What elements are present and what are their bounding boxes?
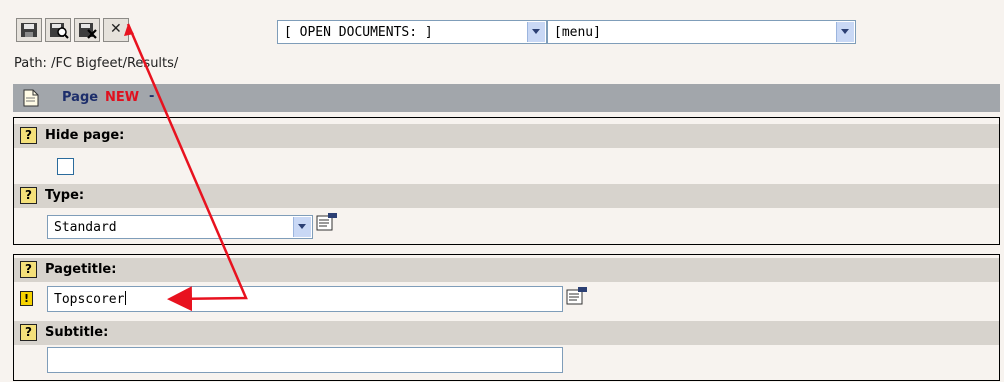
- save-button[interactable]: [16, 18, 42, 42]
- pagetitle-value: Topscorer: [54, 291, 127, 307]
- help-icon[interactable]: ?: [20, 187, 37, 204]
- new-badge: NEW: [105, 90, 140, 105]
- pagetitle-row: ? Pagetitle:: [14, 258, 999, 282]
- pagetitle-input[interactable]: Topscorer: [47, 286, 563, 312]
- help-icon[interactable]: ?: [20, 127, 37, 144]
- menu-select-value: [menu]: [554, 25, 601, 40]
- save-and-close-icon: [79, 23, 97, 39]
- page-header-bar: Page NEW -: [13, 84, 1000, 112]
- subtitle-row: ? Subtitle:: [14, 321, 999, 345]
- pagetitle-label: Pagetitle:: [45, 262, 117, 277]
- header-separator: -: [149, 89, 155, 104]
- open-documents-select[interactable]: [ OPEN DOCUMENTS: ]: [277, 20, 547, 44]
- edit-record-icon[interactable]: [566, 286, 588, 306]
- save-icon: [21, 23, 37, 37]
- edit-record-icon[interactable]: [316, 212, 338, 232]
- type-row: ? Type:: [14, 184, 999, 208]
- subtitle-label: Subtitle:: [45, 325, 109, 340]
- save-and-close-button[interactable]: [74, 18, 100, 42]
- chevron-down-icon: [527, 22, 545, 42]
- page-settings-section: ? Hide page: ? Type: Standard: [13, 117, 1000, 245]
- type-select-value: Standard: [54, 220, 117, 235]
- page-label: Page: [62, 90, 99, 105]
- close-button[interactable]: ✕: [103, 18, 129, 42]
- menu-select[interactable]: [menu]: [547, 20, 856, 44]
- help-icon[interactable]: ?: [20, 261, 37, 278]
- save-and-preview-icon: [50, 23, 69, 39]
- type-label: Type:: [45, 188, 85, 203]
- breadcrumb: Path: /FC Bigfeet/Results/: [14, 56, 179, 71]
- title-section: ? Pagetitle: ! Topscorer ? Subtitle:: [13, 254, 1000, 381]
- close-icon: ✕: [110, 21, 122, 37]
- type-select[interactable]: Standard: [47, 215, 313, 239]
- required-warning-icon: !: [20, 291, 33, 306]
- chevron-down-icon: [836, 22, 854, 42]
- open-documents-value: [ OPEN DOCUMENTS: ]: [284, 25, 433, 40]
- hide-page-row: ? Hide page:: [14, 124, 999, 148]
- save-and-preview-button[interactable]: [45, 18, 71, 42]
- chevron-down-icon: [293, 217, 311, 237]
- hide-page-checkbox[interactable]: [57, 158, 74, 175]
- help-icon[interactable]: ?: [20, 324, 37, 341]
- subtitle-input[interactable]: [47, 347, 563, 373]
- hide-page-label: Hide page:: [45, 128, 125, 143]
- page-icon: [23, 89, 39, 107]
